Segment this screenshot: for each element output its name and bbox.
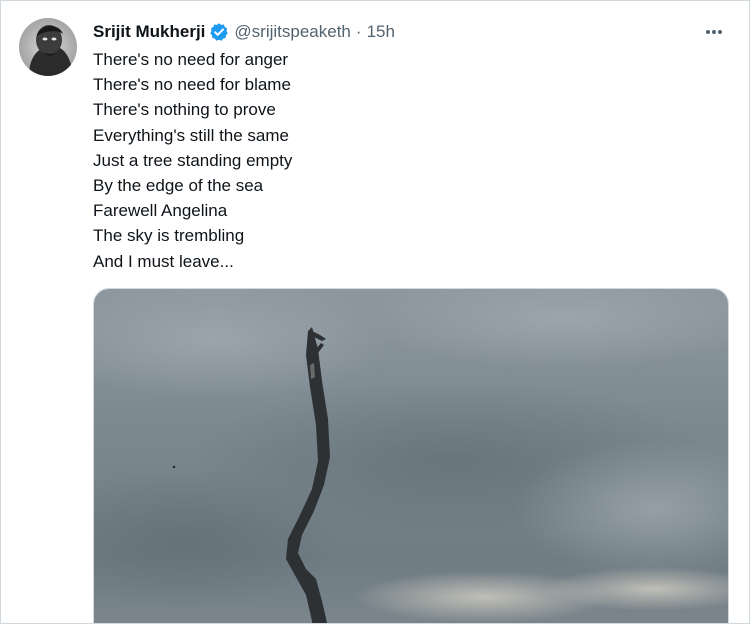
tweet-text-line: There's no need for blame [93,75,291,95]
author-avatar[interactable] [19,18,77,76]
avatar-image [19,18,77,76]
tweet-text-line: Farewell Angelina [93,201,228,221]
tweet-text-line: Just a tree standing empty [93,150,293,170]
tweet-text-line: There's nothing to prove [93,100,276,120]
photo-tree-sky [94,289,728,623]
tweet-text-line: There's no need for anger [93,50,289,69]
tweet-text-line: The sky is trembling [93,226,245,246]
header-separator: · [355,22,362,41]
tweet-text-line: Everything's still the same [93,125,289,145]
author-handle[interactable]: @srijitspeaketh [234,22,350,42]
author-display-name[interactable]: Srijit Mukherji [93,22,205,42]
verified-badge-icon [209,22,229,42]
more-options-icon[interactable] [699,21,729,43]
tweet-timestamp[interactable]: 15h [367,22,395,42]
tweet-photo[interactable] [93,288,729,623]
tweet-text: There's no need for anger There's no nee… [93,47,713,274]
tweet-text-line: By the edge of the sea [93,176,264,196]
tweet-header: Srijit Mukherji @srijitspeaketh · 15h [93,20,395,44]
tweet-text-line: And I must leave... [93,251,234,271]
tweet-card[interactable]: Srijit Mukherji @srijitspeaketh · 15h Th… [0,0,750,624]
